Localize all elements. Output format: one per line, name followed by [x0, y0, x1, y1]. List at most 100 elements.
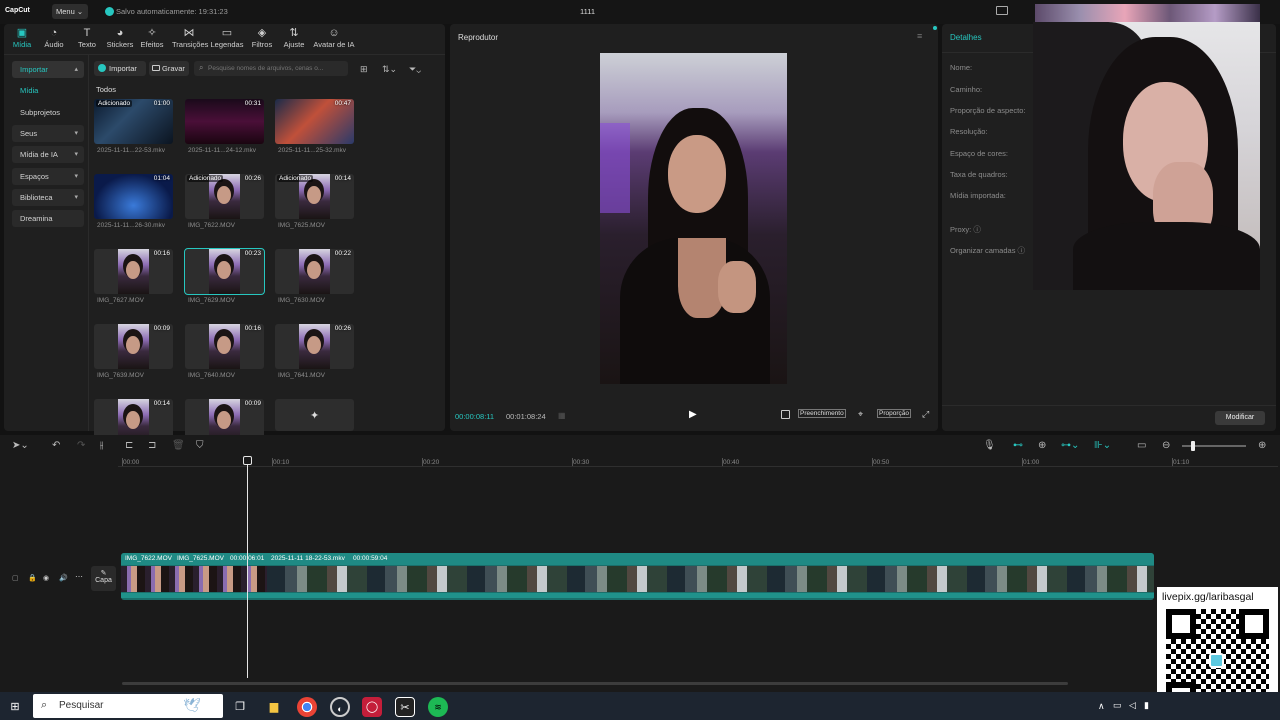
filter-icon[interactable]: ⏷⌄ [409, 64, 421, 75]
track-lock-icon[interactable]: ▢ [12, 574, 19, 582]
red-app-icon[interactable]: ◯ [362, 697, 382, 717]
sidebar-item-library[interactable]: Biblioteca ▾ [12, 189, 84, 206]
sidebar-item-spaces[interactable]: Espaços ▾ [12, 168, 84, 185]
timeline-ruler-line [118, 466, 1278, 467]
search-input[interactable] [208, 62, 344, 75]
caption-track-icon[interactable]: ▭ [1137, 440, 1146, 452]
tab-media[interactable]: ▣ Mídia [5, 27, 39, 49]
split-right-icon[interactable]: ⊐ [148, 440, 156, 452]
tab-ai-avatar[interactable]: ☺ Avatar de IA [311, 27, 357, 49]
timecode-grid-icon[interactable]: ▦ [558, 411, 566, 420]
info-icon[interactable]: ⓘ [973, 225, 981, 234]
sidebar-item-ai-media[interactable]: Mídia de IA ▾ [12, 146, 84, 163]
link-clips-icon[interactable]: ⊶⌄ [1061, 440, 1079, 452]
split-icon[interactable]: ⫲ [100, 440, 103, 452]
record-button[interactable]: Gravar [149, 61, 189, 76]
tab-adjust[interactable]: ⇅ Ajuste [277, 27, 311, 49]
grid-view-icon[interactable]: ⊞ [360, 64, 368, 75]
media-thumbnail[interactable]: 01:04 [94, 174, 173, 219]
tray-volume-icon[interactable]: ◁ [1129, 700, 1136, 711]
layout-icon[interactable] [996, 6, 1008, 15]
media-thumbnail[interactable]: 00:26 Adicionado [185, 174, 264, 219]
media-thumbnail[interactable]: 00:16 [185, 324, 264, 369]
sidebar-item-import[interactable]: Importar ▴ [12, 61, 84, 78]
media-thumbnail[interactable]: 01:00 Adicionado [94, 99, 173, 144]
project-name[interactable]: 1111 [580, 7, 595, 16]
main-video-track[interactable]: IMG_7622.MOV IMG_7625.MOV 00:00:06:01 20… [121, 553, 1154, 600]
video-preview[interactable] [600, 53, 787, 384]
chrome-icon[interactable] [297, 697, 317, 717]
sidebar-item-yours[interactable]: Seus ▾ [12, 125, 84, 142]
zoom-slider-handle[interactable] [1191, 441, 1195, 451]
playhead-handle[interactable] [243, 456, 252, 465]
sidebar-item-media[interactable]: Mídia [12, 82, 84, 99]
search-box[interactable]: ⌕ [194, 61, 348, 76]
track-more-icon[interactable]: ⋯ [75, 572, 83, 581]
sidebar-item-dreamina[interactable]: Dreamina [12, 210, 84, 227]
cover-button[interactable]: ✎ Capa [91, 566, 116, 591]
fill-button[interactable]: Preenchimento [798, 409, 846, 418]
obs-icon[interactable]: ◐ [330, 697, 350, 717]
tab-audio[interactable]: ◔ Áudio [37, 27, 71, 49]
delete-icon[interactable]: 🗑 [172, 440, 185, 452]
sidebar-item-subprojects[interactable]: Subprojetos [12, 104, 84, 121]
undo-icon[interactable]: ↶ [52, 440, 60, 452]
link-main-track-icon[interactable]: ⊷ [1013, 440, 1023, 452]
media-thumbnail[interactable]: 00:31 [185, 99, 264, 144]
ruler-tick [122, 458, 123, 466]
tab-transitions[interactable]: ⋈ Transições [172, 27, 209, 49]
crop-icon[interactable]: ⌖ [858, 409, 863, 420]
preview-axis-icon[interactable]: ⊪⌄ [1094, 440, 1111, 452]
microphone-icon[interactable]: 🎙 [983, 440, 996, 452]
tray-network-icon[interactable]: ▭ [1113, 700, 1122, 711]
fill-icon[interactable] [781, 410, 790, 419]
media-thumbnail[interactable]: 00:09 [94, 324, 173, 369]
file-explorer-icon[interactable]: ▆ [264, 697, 284, 717]
snap-icon[interactable]: ⊕ [1038, 440, 1046, 452]
import-button[interactable]: Importar [94, 61, 146, 76]
select-tool-icon[interactable]: ➤⌄ [12, 440, 29, 452]
media-thumbnail[interactable]: 00:26 [275, 324, 354, 369]
clip-duration: 00:00:59:04 [353, 555, 388, 562]
zoom-in-icon[interactable]: ⊕ [1258, 440, 1266, 452]
info-icon[interactable]: ⓘ [1018, 246, 1026, 255]
capcut-app-icon[interactable]: ✂ [395, 697, 415, 717]
tab-stickers[interactable]: ◕ Stickers [103, 27, 137, 49]
media-thumbnail[interactable]: 00:47 [275, 99, 354, 144]
sidebar-item-label: Importar [20, 65, 48, 74]
media-thumbnail[interactable]: 00:14 Adicionado [275, 174, 354, 219]
taskbar-search[interactable]: ⌕ Pesquisar 🕊 [33, 694, 223, 718]
tray-chevron-icon[interactable]: ∧ [1098, 701, 1105, 712]
sort-icon[interactable]: ⇅⌄ [382, 64, 397, 75]
media-thumbnail[interactable]: 00:16 [94, 249, 173, 294]
track-visibility-icon[interactable]: ◉ [43, 574, 49, 582]
tray-battery-icon[interactable]: ▮ [1144, 700, 1149, 711]
menu-button[interactable]: Menu ⌄ [52, 4, 88, 19]
playhead-line[interactable] [247, 460, 248, 678]
menu-lines-icon[interactable]: ≡ [917, 31, 922, 41]
tab-effects[interactable]: ✧ Efeitos [135, 27, 169, 49]
redo-icon[interactable]: ↷ [77, 440, 85, 452]
timeline-scrollbar[interactable] [122, 682, 1068, 685]
media-thumbnail[interactable]: 00:23 [184, 248, 265, 295]
zoom-out-icon[interactable]: ⊖ [1162, 440, 1170, 452]
track-lock-icon[interactable]: 🔒 [28, 574, 37, 582]
media-thumbnail[interactable]: 00:22 [275, 249, 354, 294]
windows-start-icon[interactable]: ⊞ [5, 697, 25, 717]
modify-button[interactable]: Modificar [1215, 411, 1265, 425]
tab-label: Transições [172, 40, 209, 49]
tab-filters[interactable]: ◈ Filtros [245, 27, 279, 49]
ratio-button[interactable]: Proporção [877, 409, 911, 418]
tab-text[interactable]: T Texto [70, 27, 104, 49]
add-ai-media-button[interactable]: ✦ [275, 399, 354, 431]
spotify-icon[interactable]: ≋ [428, 697, 448, 717]
task-view-icon[interactable]: ❐ [230, 697, 250, 717]
thumbnail-preview [299, 324, 330, 369]
fullscreen-icon[interactable]: ⤢ [922, 409, 929, 420]
media-duration: 00:14 [153, 400, 170, 407]
tab-captions[interactable]: ▭ Legendas [210, 27, 244, 49]
split-left-icon[interactable]: ⊏ [125, 440, 133, 452]
shield-icon[interactable]: ⛉ [196, 440, 204, 452]
play-button[interactable]: ▶ [689, 409, 697, 420]
track-audio-icon[interactable]: 🔊 [59, 574, 68, 582]
